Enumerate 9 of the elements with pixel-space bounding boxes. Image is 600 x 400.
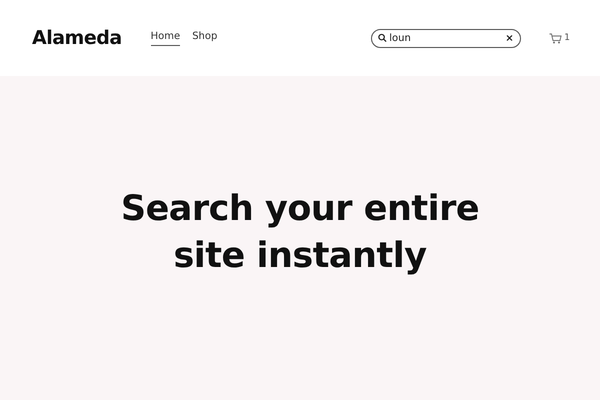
cart-count: 1 <box>564 33 570 43</box>
nav-link[interactable]: Shop <box>192 30 218 46</box>
search-field[interactable]: loun <box>371 28 522 48</box>
search-icon <box>378 34 388 42</box>
close-icon[interactable] <box>506 34 514 42</box>
site-logo[interactable]: Alameda <box>32 27 122 49</box>
cart-icon[interactable] <box>549 32 562 44</box>
hero-heading: Search your entire site instantly <box>120 188 480 278</box>
nav-link[interactable]: Home <box>150 30 180 46</box>
